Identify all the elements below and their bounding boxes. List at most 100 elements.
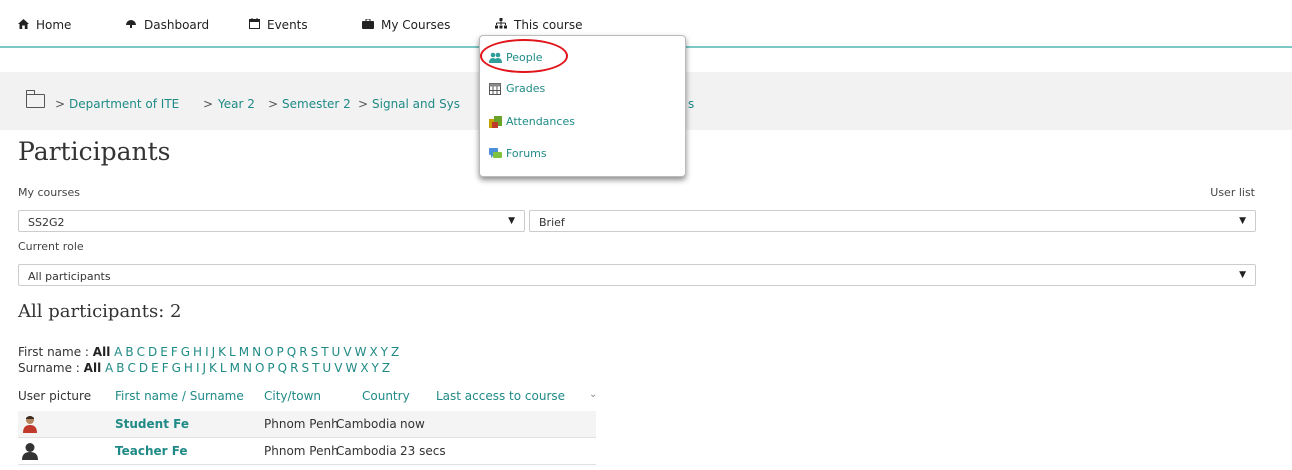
first-name-letter-b[interactable]: B <box>125 345 133 359</box>
first-name-letter-z[interactable]: Z <box>391 345 399 359</box>
first-name-letter-x[interactable]: X <box>369 345 377 359</box>
menu-item-grades[interactable]: Grades <box>489 82 545 95</box>
page-title: Participants <box>18 137 171 166</box>
user-last-access: 23 secs <box>400 444 446 458</box>
user-list-select[interactable]: Brief ▼ <box>529 210 1256 232</box>
table-row: Student Fe Phnom Penh Cambodia now <box>18 411 596 438</box>
first-name-letter-j[interactable]: J <box>212 345 216 359</box>
nav-this-course[interactable]: This course <box>494 18 582 32</box>
briefcase-icon <box>361 18 375 32</box>
surname-letter-u[interactable]: U <box>322 361 331 375</box>
breadcrumb-item-year[interactable]: Year 2 <box>218 97 255 111</box>
surname-letter-w[interactable]: W <box>345 361 357 375</box>
surname-letter-b[interactable]: B <box>116 361 124 375</box>
current-role-label: Current role <box>18 240 84 253</box>
user-country: Cambodia <box>336 417 397 431</box>
first-name-letter-y[interactable]: Y <box>381 345 388 359</box>
first-name-letter-k[interactable]: K <box>218 345 226 359</box>
first-name-letter-e[interactable]: E <box>160 345 168 359</box>
first-name-letter-u[interactable]: U <box>332 345 341 359</box>
breadcrumb-item-semester[interactable]: Semester 2 <box>282 97 351 111</box>
first-name-letter-l[interactable]: L <box>229 345 236 359</box>
first-name-letter-h[interactable]: H <box>193 345 202 359</box>
breadcrumb-item-participants[interactable]: s <box>688 97 694 111</box>
nav-my-courses[interactable]: My Courses <box>361 18 450 32</box>
column-city[interactable]: City/town <box>264 389 321 403</box>
surname-letter-l[interactable]: L <box>220 361 227 375</box>
first-name-letter-i[interactable]: I <box>205 345 209 359</box>
first-name-letter-a[interactable]: A <box>114 345 122 359</box>
column-last-access[interactable]: Last access to course <box>436 389 565 403</box>
surname-letter-m[interactable]: M <box>230 361 240 375</box>
course-select[interactable]: SS2G2 ▼ <box>18 210 525 232</box>
nav-events[interactable]: Events <box>247 18 308 32</box>
dashboard-icon <box>124 19 138 32</box>
menu-item-attendances[interactable]: Attendances <box>489 115 575 128</box>
surname-letter-c[interactable]: C <box>127 361 135 375</box>
first-name-letter-m[interactable]: M <box>239 345 249 359</box>
course-select-value: SS2G2 <box>28 216 65 229</box>
surname-letter-r[interactable]: R <box>290 361 298 375</box>
surname-letter-y[interactable]: Y <box>372 361 379 375</box>
home-icon <box>16 18 30 32</box>
menu-item-forums[interactable]: Forums <box>489 147 547 160</box>
first-name-letter-f[interactable]: F <box>171 345 178 359</box>
surname-letter-j[interactable]: J <box>203 361 207 375</box>
nav-home-label: Home <box>36 18 72 32</box>
column-user-picture: User picture <box>18 389 92 403</box>
first-name-letter-v[interactable]: V <box>343 345 351 359</box>
chevron-down-icon: ▼ <box>1239 216 1246 226</box>
surname-letter-f[interactable]: F <box>162 361 169 375</box>
first-name-letter-s[interactable]: S <box>311 345 319 359</box>
breadcrumb-item-department[interactable]: Department of ITE <box>69 97 179 111</box>
first-name-letter-q[interactable]: Q <box>287 345 296 359</box>
highlight-circle <box>480 39 568 73</box>
surname-letter-h[interactable]: H <box>184 361 193 375</box>
column-country[interactable]: Country <box>362 389 410 403</box>
surname-letter-t[interactable]: T <box>312 361 319 375</box>
first-name-letter-w[interactable]: W <box>355 345 367 359</box>
surname-letter-p[interactable]: P <box>267 361 274 375</box>
role-select[interactable]: All participants ▼ <box>18 264 1256 286</box>
user-city: Phnom Penh <box>264 417 339 431</box>
first-name-letter-d[interactable]: D <box>148 345 157 359</box>
folder-icon[interactable] <box>26 90 45 108</box>
surname-letter-k[interactable]: K <box>209 361 217 375</box>
first-name-letter-t[interactable]: T <box>321 345 328 359</box>
breadcrumb-item-course[interactable]: Signal and Sys <box>372 97 460 111</box>
first-name-letter-r[interactable]: R <box>299 345 307 359</box>
surname-letter-i[interactable]: I <box>196 361 200 375</box>
user-name[interactable]: Teacher Fe <box>115 444 188 458</box>
surname-letter-o[interactable]: O <box>255 361 264 375</box>
student-avatar[interactable] <box>22 415 38 433</box>
surname-letter-g[interactable]: G <box>172 361 181 375</box>
surname-letter-z[interactable]: Z <box>382 361 390 375</box>
first-name-letter-o[interactable]: O <box>264 345 273 359</box>
user-country: Cambodia <box>336 444 397 458</box>
first-name-letter-p[interactable]: P <box>277 345 284 359</box>
surname-letter-d[interactable]: D <box>139 361 148 375</box>
surname-letter-n[interactable]: N <box>243 361 252 375</box>
surname-letter-s[interactable]: S <box>301 361 309 375</box>
surname-all[interactable]: All <box>84 361 102 375</box>
surname-letter-q[interactable]: Q <box>278 361 287 375</box>
first-name-letter-n[interactable]: N <box>252 345 261 359</box>
surname-letter-a[interactable]: A <box>105 361 113 375</box>
default-avatar[interactable] <box>22 442 38 460</box>
nav-home[interactable]: Home <box>16 18 71 32</box>
column-name[interactable]: First name / Surname <box>115 389 244 403</box>
first-name-all[interactable]: All <box>93 345 111 359</box>
first-name-letter-g[interactable]: G <box>181 345 190 359</box>
sort-down-icon[interactable]: ⌄ <box>589 389 597 400</box>
nav-dashboard-label: Dashboard <box>144 18 210 32</box>
nav-this-course-label: This course <box>514 18 583 32</box>
first-name-letter-c[interactable]: C <box>137 345 145 359</box>
participants-count-heading: All participants: 2 <box>18 301 182 322</box>
surname-letter-v[interactable]: V <box>334 361 342 375</box>
surname-letter-x[interactable]: X <box>360 361 368 375</box>
surname-filter-label: Surname : <box>18 361 80 375</box>
user-name[interactable]: Student Fe <box>115 417 189 431</box>
nav-dashboard[interactable]: Dashboard <box>124 18 209 32</box>
surname-letter-e[interactable]: E <box>151 361 159 375</box>
breadcrumb-separator: > <box>55 97 66 111</box>
